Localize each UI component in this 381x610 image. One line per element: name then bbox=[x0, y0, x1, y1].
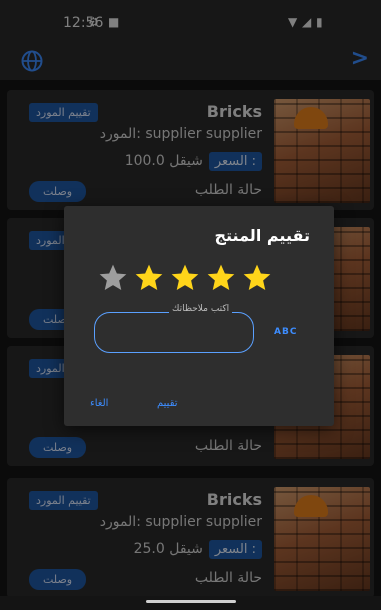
notes-label: اكتب ملاحظاتك bbox=[169, 304, 233, 314]
star-filled-icon[interactable] bbox=[169, 262, 201, 294]
star-filled-icon[interactable] bbox=[133, 262, 165, 294]
keyboard-hint-label: ABC bbox=[274, 327, 298, 337]
gesture-bar bbox=[0, 596, 381, 610]
star-filled-icon[interactable] bbox=[241, 262, 273, 294]
cancel-button[interactable]: الغاء bbox=[90, 398, 108, 409]
submit-rating-button[interactable]: تقييم bbox=[157, 398, 178, 409]
home-handle[interactable] bbox=[146, 600, 236, 603]
dialog-title: تقييم المنتج bbox=[214, 226, 310, 245]
notes-input[interactable] bbox=[94, 312, 254, 353]
rate-product-dialog: تقييم المنتج اكتب ملاحظاتك ABC الغاء تقي… bbox=[64, 206, 334, 426]
star-rating bbox=[97, 262, 273, 294]
star-filled-icon[interactable] bbox=[205, 262, 237, 294]
star-empty-icon[interactable] bbox=[97, 262, 129, 294]
